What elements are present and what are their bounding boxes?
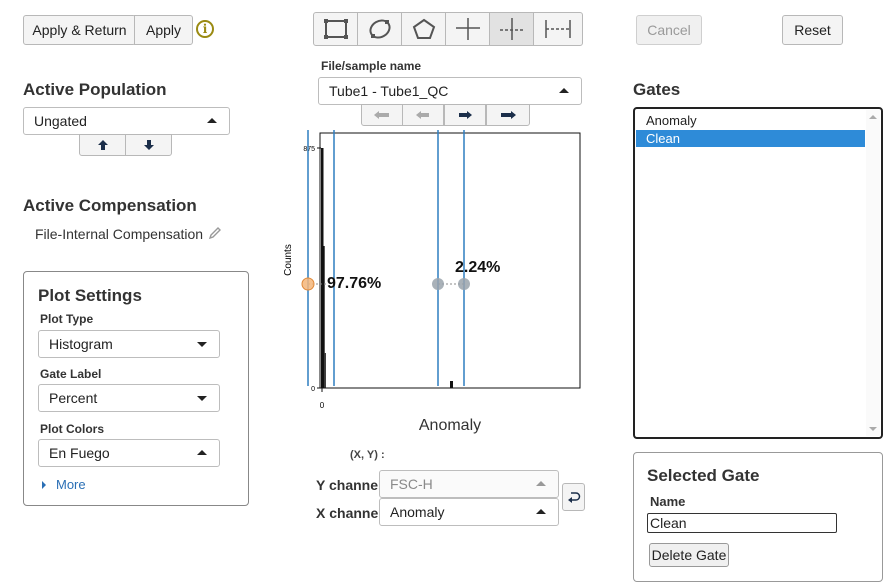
- y-channel-label: Y channel: [316, 477, 382, 493]
- more-label: More: [56, 477, 86, 492]
- gate-left-handle[interactable]: [301, 277, 315, 291]
- first-sample-button[interactable]: [361, 104, 403, 126]
- info-icon[interactable]: i: [196, 20, 214, 38]
- histogram-plot[interactable]: 875 0 0 Counts Anomaly: [275, 128, 590, 438]
- arrow-left-icon: [416, 111, 429, 119]
- pencil-icon[interactable]: [207, 225, 223, 241]
- cancel-button[interactable]: Cancel: [636, 15, 702, 45]
- caret-up-icon: [536, 481, 546, 486]
- active-population-value: Ungated: [34, 113, 87, 129]
- histogram-bar: [450, 381, 453, 388]
- quadrant-gate-icon: [455, 18, 480, 40]
- selected-gate-panel: Selected Gate Name Clean Delete Gate: [633, 452, 883, 582]
- double-arrow-right-icon: [501, 111, 516, 119]
- sample-label: File/sample name: [321, 59, 422, 73]
- gate-name-input[interactable]: Clean: [647, 513, 837, 533]
- rectangle-gate-tool[interactable]: [313, 12, 358, 46]
- gate-item-anomaly[interactable]: Anomaly: [636, 112, 865, 129]
- apply-button[interactable]: Apply: [134, 15, 193, 45]
- plot-colors-select[interactable]: En Fuego: [38, 439, 220, 467]
- xy-readout: (X, Y) :: [350, 449, 385, 461]
- selected-gate-heading: Selected Gate: [647, 466, 760, 485]
- range-gate-tool[interactable]: [533, 12, 583, 46]
- gate-item-clean[interactable]: Clean: [636, 130, 865, 147]
- reset-button[interactable]: Reset: [782, 15, 843, 45]
- gate-left-percent: 97.76%: [327, 275, 382, 292]
- delete-gate-button[interactable]: Delete Gate: [649, 543, 729, 567]
- arrow-up-icon: [97, 140, 108, 150]
- caret-right-icon: [42, 480, 46, 489]
- gate-right-handle-a[interactable]: [432, 278, 444, 290]
- swap-icon: [567, 492, 580, 503]
- gate-right-handle-b[interactable]: [458, 278, 470, 290]
- scroll-down-icon[interactable]: [869, 427, 877, 431]
- y-tick-bottom-label: 0: [311, 386, 315, 393]
- caret-up-icon: [207, 118, 217, 123]
- gates-scrollbar[interactable]: [866, 110, 880, 436]
- x-axis-label: Anomaly: [419, 417, 481, 434]
- plot-type-value: Histogram: [49, 336, 113, 352]
- x-channel-select[interactable]: Anomaly: [379, 498, 559, 526]
- population-down-button[interactable]: [125, 134, 172, 156]
- active-compensation-heading: Active Compensation: [23, 196, 197, 215]
- next-sample-button[interactable]: [444, 104, 486, 126]
- swap-channels-button[interactable]: [562, 483, 585, 511]
- histogram-bar: [323, 246, 325, 388]
- gate-right-percent: 2.24%: [455, 259, 501, 276]
- gate-label-label: Gate Label: [40, 367, 102, 381]
- quadrant-gate-tool[interactable]: [445, 12, 490, 46]
- scroll-up-icon[interactable]: [869, 115, 877, 119]
- y-channel-value: FSC-H: [390, 476, 433, 492]
- last-sample-button[interactable]: [486, 104, 530, 126]
- previous-sample-button[interactable]: [402, 104, 444, 126]
- plot-frame: [319, 132, 581, 389]
- double-arrow-left-icon: [374, 111, 389, 119]
- plot-settings-heading: Plot Settings: [38, 286, 142, 305]
- vertical-split-gate-tool[interactable]: [489, 12, 534, 46]
- y-axis-label: Counts: [283, 244, 294, 276]
- rectangle-gate-icon: [323, 19, 348, 39]
- caret-up-icon: [559, 88, 569, 93]
- plot-colors-value: En Fuego: [49, 445, 110, 461]
- x-channel-label: X channel: [316, 505, 383, 521]
- caret-down-icon: [197, 342, 207, 347]
- gates-list[interactable]: Anomaly Clean: [633, 107, 883, 439]
- sample-select[interactable]: Tube1 - Tube1_QC: [318, 77, 582, 105]
- compensation-value: File-Internal Compensation: [35, 226, 204, 242]
- apply-and-return-button[interactable]: Apply & Return: [23, 15, 136, 45]
- ellipse-gate-tool[interactable]: [357, 12, 402, 46]
- x-channel-value: Anomaly: [390, 504, 445, 520]
- sample-value: Tube1 - Tube1_QC: [329, 83, 449, 99]
- polygon-gate-icon: [412, 18, 435, 39]
- vertical-split-gate-icon: [499, 18, 524, 40]
- polygon-gate-tool[interactable]: [401, 12, 446, 46]
- histogram-bar: [324, 353, 326, 388]
- population-up-button[interactable]: [79, 134, 126, 156]
- more-toggle[interactable]: More: [42, 477, 86, 492]
- plot-colors-label: Plot Colors: [40, 422, 105, 436]
- y-channel-select[interactable]: FSC-H: [379, 470, 559, 498]
- arrow-down-icon: [143, 140, 154, 150]
- x-tick-zero-label: 0: [320, 401, 325, 410]
- caret-down-icon: [197, 396, 207, 401]
- range-gate-icon: [545, 20, 571, 38]
- gate-label-value: Percent: [49, 390, 98, 406]
- caret-up-icon: [536, 509, 546, 514]
- gate-name-label: Name: [650, 494, 686, 509]
- ellipse-gate-icon: [368, 19, 391, 39]
- plot-type-label: Plot Type: [40, 312, 94, 326]
- active-population-select[interactable]: Ungated: [23, 107, 230, 135]
- gate-label-select[interactable]: Percent: [38, 384, 220, 412]
- gates-heading: Gates: [633, 80, 681, 99]
- plot-settings-panel: Plot Settings Plot Type Histogram Gate L…: [23, 271, 249, 506]
- active-population-heading: Active Population: [23, 80, 167, 99]
- arrow-right-icon: [459, 111, 472, 119]
- caret-up-icon: [197, 450, 207, 455]
- histogram-bar: [321, 148, 324, 388]
- y-tick-top-label: 875: [303, 146, 315, 153]
- plot-type-select[interactable]: Histogram: [38, 330, 220, 358]
